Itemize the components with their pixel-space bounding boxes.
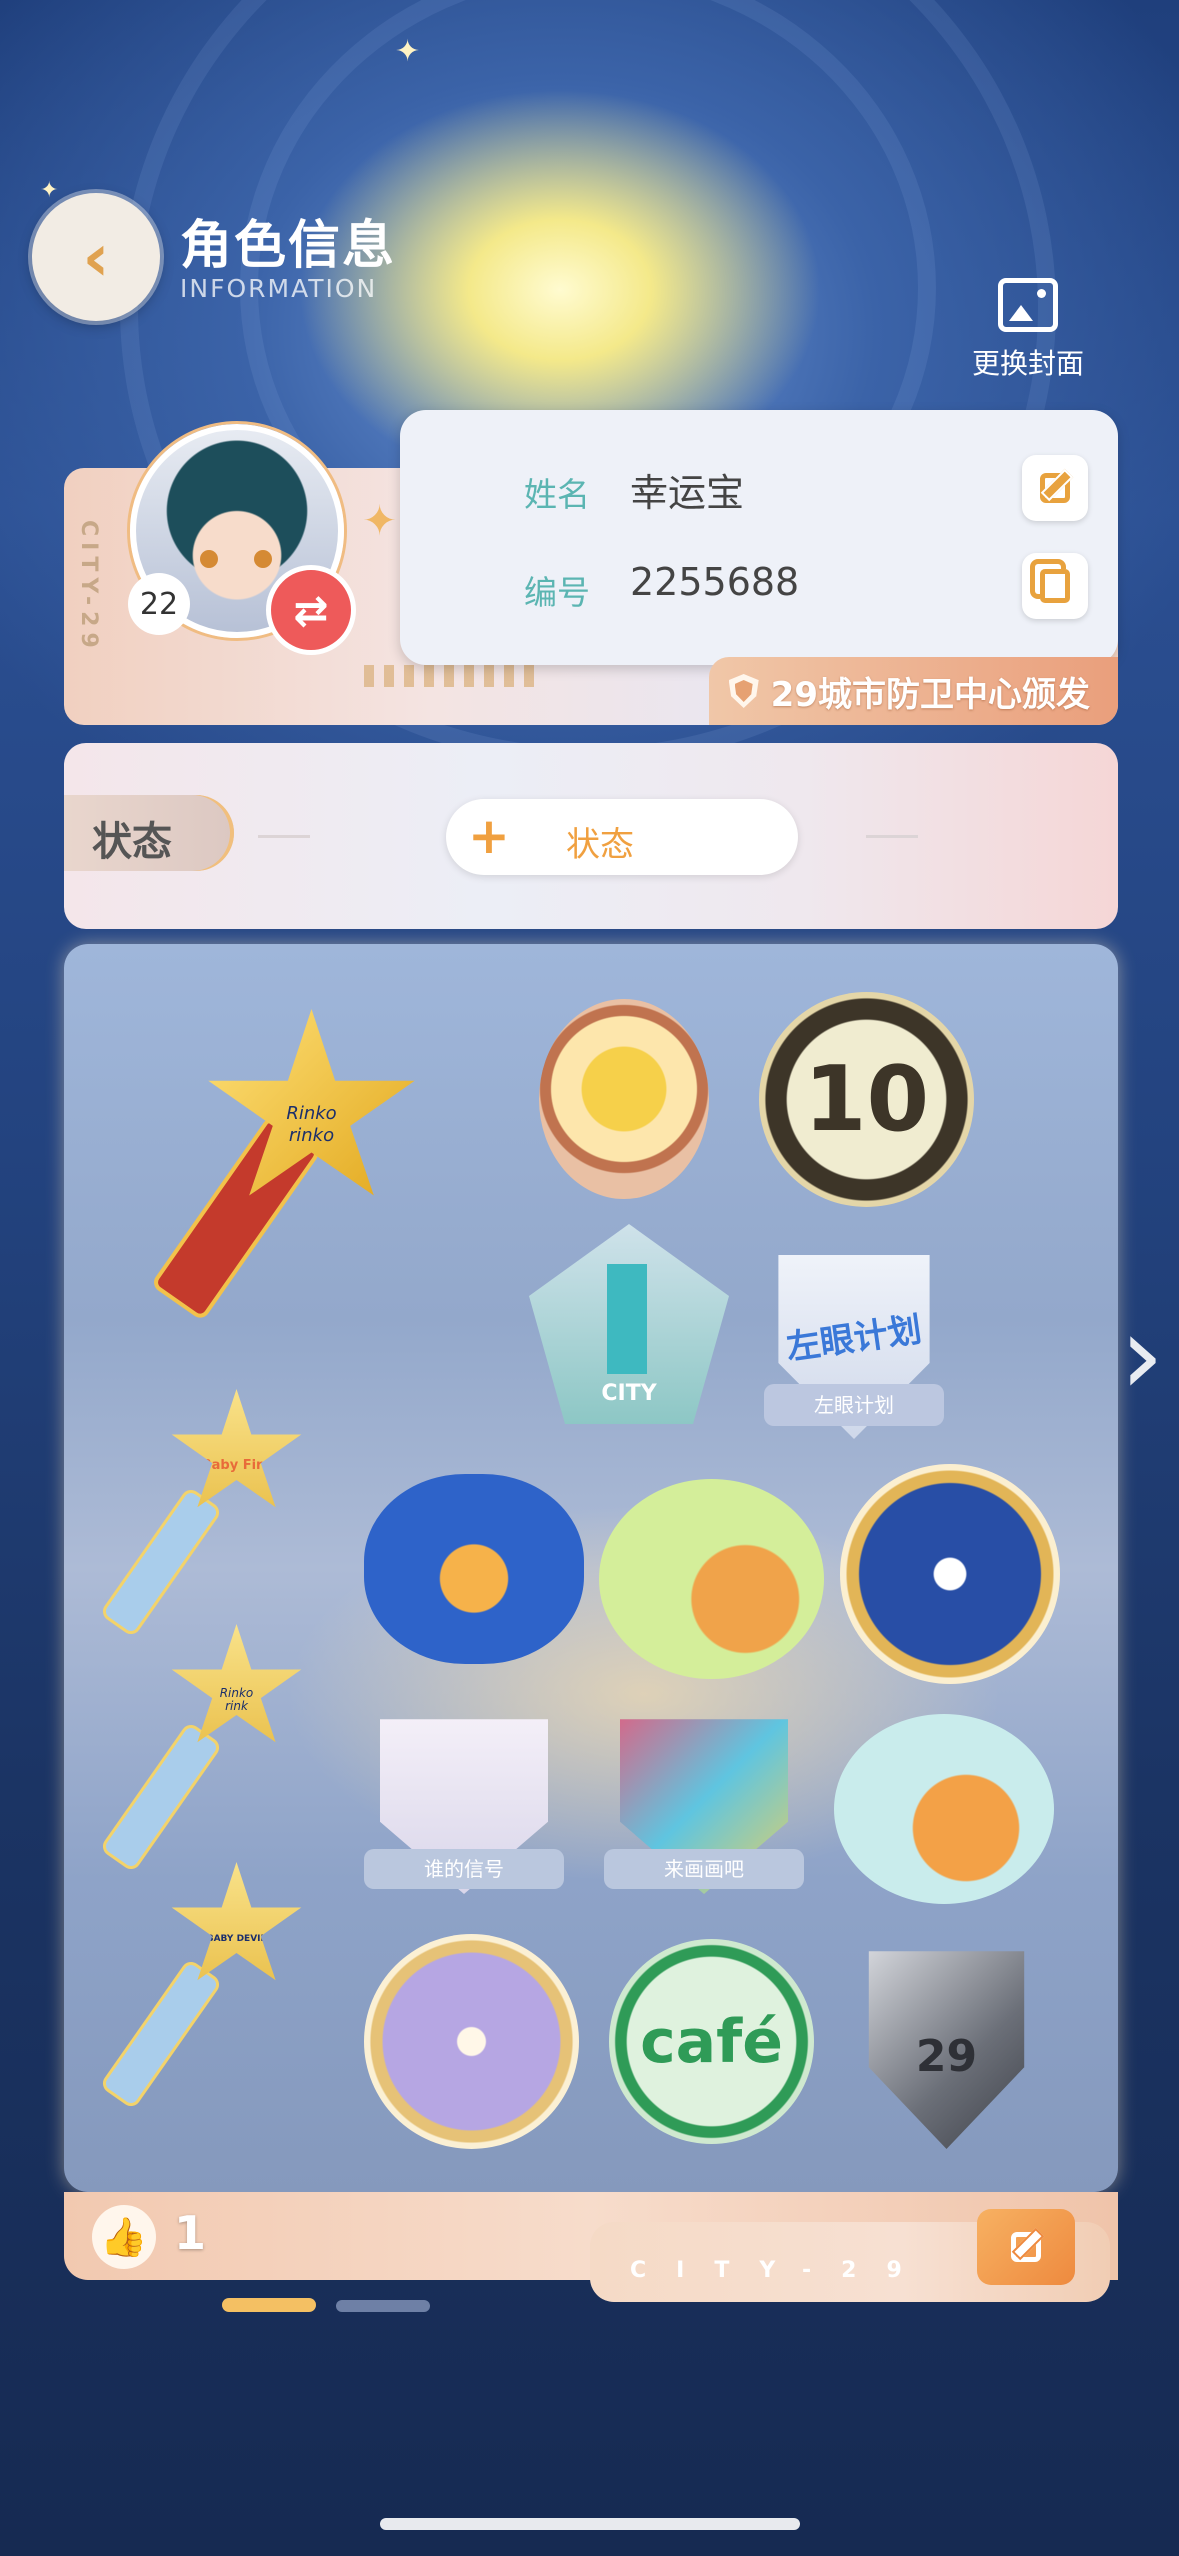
copy-icon [1040,569,1070,603]
heart-cat-badge[interactable] [599,1479,824,1679]
divider [258,835,310,838]
avatar-eye [200,550,218,568]
profile-info-panel: 姓名 幸运宝 编号 2255688 [400,410,1118,665]
back-arrow-icon: ‹ [82,218,110,296]
silver-shield-badge[interactable]: 29 [868,1951,1025,2149]
badge-text: café [640,2006,783,2077]
badge-text: BABY DEVIL [206,1934,267,1944]
change-cover-label: 更换封面 [971,347,1084,380]
badge-text: 10 [803,1047,930,1152]
cat-heart-badge-2[interactable] [834,1714,1054,1904]
profile-card: CITY-29 22 ⇄ ✦ 姓名 幸运宝 编号 2255688 29城市防卫中… [64,410,1118,725]
city-tag: CITY-29 [76,520,101,654]
badge-text: CITY [601,1381,657,1406]
rainy-cat-badge[interactable] [364,1474,584,1664]
add-status-label: 状态 [566,825,634,865]
status-tag-label: 状态 [92,819,172,865]
page-title: 角色信息 [180,216,397,276]
home-indicator [380,2518,800,2530]
sparkle-icon: ✦ [395,34,421,69]
thumbs-up-icon: 👍 [100,2214,148,2259]
name-value: 幸运宝 [630,471,745,515]
id-label: 编号 [524,573,590,612]
edit-icon [1040,473,1070,503]
change-cover-button[interactable]: 更换封面 [960,278,1096,382]
badge-ribbon: 来画画吧 [604,1849,804,1889]
ribbon [99,1958,223,2110]
page-indicator-inactive[interactable] [336,2300,430,2312]
back-button[interactable]: ‹ [32,193,160,321]
badge-text: Rinko [286,1102,337,1124]
issuer-tag: 29城市防卫中心颁发 [708,657,1118,725]
swap-icon: ⇄ [293,585,329,635]
badge-ribbon: 谁的信号 [364,1849,564,1889]
divider [866,835,918,838]
building-icon [607,1264,647,1374]
plus-icon: + [468,807,510,865]
badge-wall[interactable]: Rinko rinko 10 CITY 左眼计划 左眼计划 Baby Fire … [64,944,1118,2192]
badge-text: Baby Fire [201,1457,272,1473]
badge-text: rink [225,1699,248,1713]
ribbon [99,1721,223,1873]
like-button[interactable]: 👍 [92,2205,156,2269]
sparkle-icon: ✦ [362,496,398,545]
edit-name-button[interactable] [1022,455,1088,521]
badge-text: rinko [288,1124,335,1146]
page-indicator-active [222,2298,316,2312]
cafe-badge[interactable]: café [609,1939,814,2144]
like-count: 1 [174,2206,207,2260]
checker-decoration [364,665,534,687]
name-label: 姓名 [524,475,590,514]
status-tag: 状态 [64,795,234,871]
add-status-button[interactable]: + 状态 [446,799,798,875]
ribbon [99,1486,223,1638]
avatar-eye [254,550,272,568]
issuer-text: 29城市防卫中心颁发 [770,674,1090,715]
edit-icon [1011,2232,1041,2262]
compass-badge-purple[interactable] [364,1934,579,2149]
sparkle-icon: ✦ [40,178,59,203]
copy-id-button[interactable] [1022,553,1088,619]
compass-badge-blue[interactable] [840,1464,1060,1684]
next-page-chevron-icon[interactable]: › [1120,1300,1164,1410]
switch-avatar-button[interactable]: ⇄ [266,565,356,655]
portrait-frame-badge[interactable] [539,999,709,1199]
city-badge[interactable]: CITY [529,1224,729,1424]
shield-icon [728,674,759,708]
id-value: 2255688 [630,560,800,604]
status-card: 状态 + 状态 [64,743,1118,929]
badge-text: 29 [915,2031,978,2082]
edit-badges-button[interactable] [977,2209,1075,2285]
page-subtitle: INFORMATION [180,274,378,303]
badge-ribbon: 左眼计划 [764,1384,944,1426]
city-footer-text: CITY-29 [630,2258,932,2283]
number-badge[interactable]: 10 [759,992,974,1207]
image-icon [998,278,1058,332]
level-badge: 22 [128,573,190,635]
badge-art-text: 左眼计划 [783,1309,925,1369]
